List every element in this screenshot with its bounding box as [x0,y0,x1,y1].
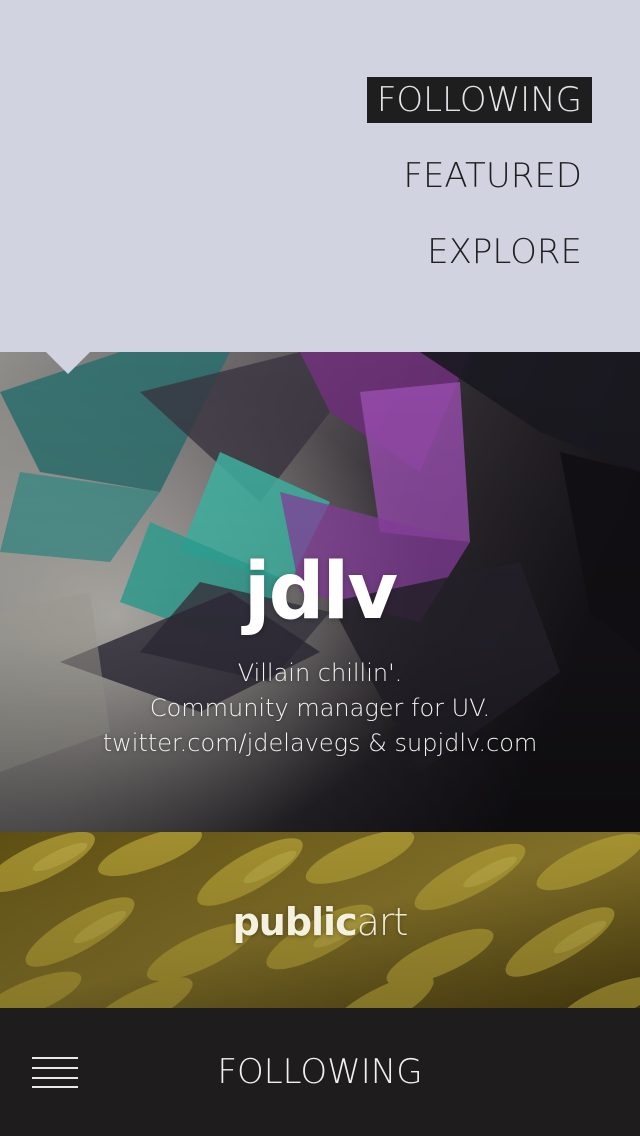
menu-item-following[interactable]: FOLLOWING [366,77,592,123]
app-screen: FOLLOWING FEATURED EXPLORE jdlv Villain … [0,0,640,1136]
bio-line: Villain chillin'. [237,659,403,687]
menu-pointer-notch [46,352,90,374]
menu-item-featured[interactable]: FEATURED [403,153,582,199]
bio-link-line[interactable]: twitter.com/jdelavegs & supjdlv.com [0,726,640,760]
collection-title-bold: public [232,900,358,944]
bottom-bar-title: FOLLOWING [217,1052,423,1092]
top-menu: FOLLOWING FEATURED EXPLORE [0,0,640,352]
bottom-bar: FOLLOWING [0,1008,640,1136]
profile-card[interactable]: jdlv Villain chillin'. Community manager… [0,352,640,832]
profile-name: jdlv [243,547,398,637]
collection-title: publicart [0,898,640,946]
collection-card[interactable]: publicart [0,832,640,1008]
bio-line: Community manager for UV. [149,694,491,722]
collection-title-light: art [356,900,409,944]
menu-item-explore[interactable]: EXPLORE [427,229,582,275]
